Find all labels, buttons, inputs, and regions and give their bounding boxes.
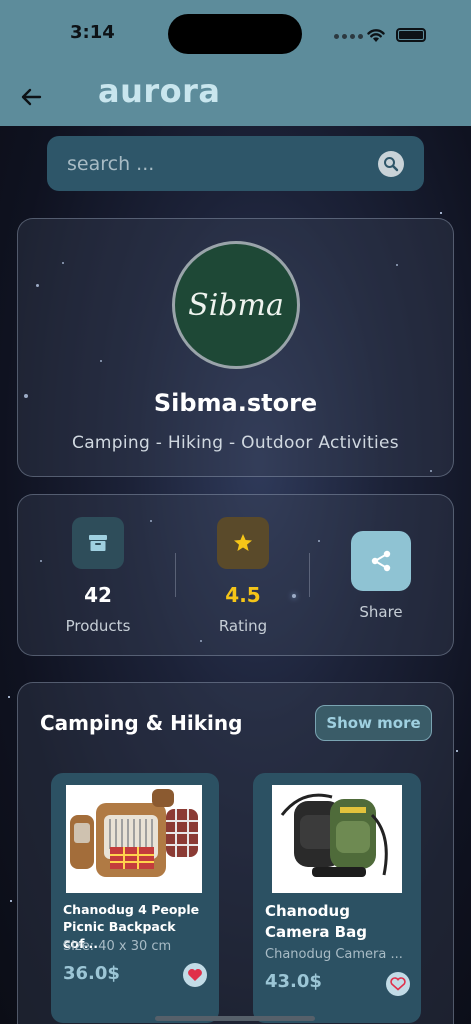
battery-icon	[396, 28, 426, 42]
share-label: Share	[359, 603, 403, 621]
wifi-icon	[367, 29, 385, 42]
product-title: Chanodug Camera Bag	[265, 902, 367, 941]
show-more-button[interactable]: Show more	[315, 705, 432, 741]
stats-divider	[309, 553, 310, 597]
category-section: Camping & Hiking Show more Chanodug 4 Pe…	[17, 682, 454, 1024]
section-title: Camping & Hiking	[40, 711, 243, 735]
search-icon[interactable]	[378, 150, 404, 177]
store-logo-text: Sibma	[188, 287, 284, 323]
star-icon	[217, 517, 269, 569]
share-icon	[371, 550, 391, 572]
store-avatar: Sibma	[172, 241, 300, 369]
stats-divider	[175, 553, 176, 597]
product-image-picnic-backpack	[66, 785, 202, 893]
product-card[interactable]: Chanodug Camera Bag Chanodug Camera ... …	[253, 773, 421, 1023]
stat-share[interactable]: Share	[326, 517, 436, 621]
stat-products: 42 Products	[43, 517, 153, 635]
store-profile-card: Sibma Sibma.store Camping - Hiking - Out…	[17, 218, 454, 477]
products-label: Products	[65, 617, 131, 635]
rating-value: 4.5	[225, 583, 261, 607]
products-count: 42	[84, 583, 112, 607]
product-subtitle: Chanodug Camera ...	[265, 947, 403, 962]
store-tags: Camping - Hiking - Outdoor Activities	[72, 433, 399, 453]
heart-filled-icon	[188, 969, 202, 981]
search-bar[interactable]	[47, 136, 424, 191]
search-input[interactable]	[67, 152, 378, 175]
status-time: 3:14	[70, 22, 115, 43]
product-image-camera-bag	[272, 785, 402, 893]
favorite-button[interactable]	[386, 972, 410, 996]
cellular-signal-icon	[334, 34, 363, 39]
rating-label: Rating	[218, 617, 268, 635]
archive-icon	[72, 517, 124, 569]
product-card[interactable]: Chanodug 4 People Picnic Backpack cof...…	[51, 773, 219, 1023]
product-price: 36.0$	[63, 963, 120, 984]
brand-logo: aurora	[98, 72, 221, 110]
favorite-button[interactable]	[183, 963, 207, 987]
home-indicator	[155, 1016, 315, 1021]
back-arrow-icon[interactable]	[18, 84, 44, 110]
heart-outline-icon	[390, 977, 406, 991]
store-stats-card: 42 Products 4.5 Rating Share	[17, 494, 454, 656]
share-button[interactable]	[351, 531, 411, 591]
app-header: 3:14 aurora	[0, 0, 471, 126]
stat-rating: 4.5 Rating	[188, 517, 298, 635]
product-subtitle: Size: 40 x 30 cm	[63, 939, 172, 954]
dynamic-island	[168, 14, 302, 54]
store-name: Sibma.store	[153, 389, 318, 417]
product-price: 43.0$	[265, 971, 322, 992]
